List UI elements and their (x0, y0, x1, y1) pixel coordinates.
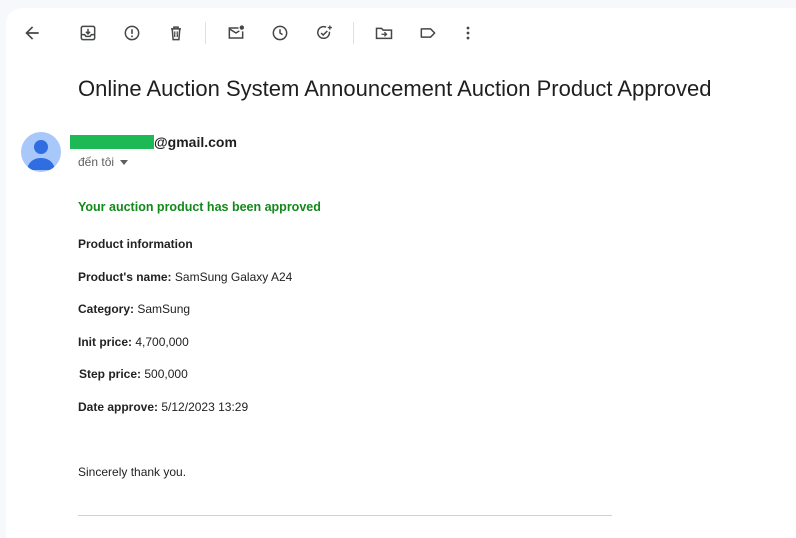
email-toolbar (6, 8, 796, 58)
report-spam-button[interactable] (115, 16, 149, 50)
person-icon (27, 140, 55, 170)
field-step-price: Step price: 500,000 (79, 367, 188, 381)
field-category: Category: SamSung (78, 302, 190, 316)
approval-headline: Your auction product has been approved (78, 200, 321, 214)
field-label: Step price: (79, 367, 142, 381)
closing-text: Sincerely thank you. (78, 465, 187, 479)
redacted-username (70, 135, 154, 149)
field-label: Category: (78, 302, 135, 316)
chevron-down-icon (120, 159, 129, 165)
label-button[interactable] (411, 16, 445, 50)
field-value: SamSung (137, 302, 191, 316)
more-vert-icon (466, 26, 470, 40)
field-value: 500,000 (144, 367, 188, 381)
report-spam-icon (124, 25, 140, 41)
sender-email[interactable]: @gmail.com (70, 134, 237, 150)
back-button[interactable] (15, 16, 49, 50)
delete-button[interactable] (159, 16, 193, 50)
field-value: 4,700,000 (135, 335, 189, 349)
delete-icon (171, 26, 181, 41)
snooze-button[interactable] (263, 16, 297, 50)
field-label: Date approve: (78, 400, 159, 414)
recipient-label: đến tôi (78, 155, 115, 169)
field-product-name: Product's name: SamSung Galaxy A24 (78, 270, 292, 284)
snooze-icon (272, 25, 288, 41)
recipient-details-toggle[interactable]: đến tôi (78, 155, 129, 169)
back-arrow-icon (25, 26, 39, 40)
avatar[interactable] (21, 132, 61, 172)
email-subject: Online Auction System Announcement Aucti… (78, 76, 712, 101)
toolbar-divider (205, 22, 206, 44)
toolbar-divider (353, 22, 354, 44)
field-date-approve: Date approve: 5/12/2023 13:29 (78, 400, 248, 414)
mark-unread-icon (228, 25, 244, 39)
mark-unread-button[interactable] (219, 16, 253, 50)
add-to-tasks-button[interactable] (307, 16, 341, 50)
sender-domain: @gmail.com (154, 134, 237, 150)
field-label: Init price: (78, 335, 133, 349)
field-value: 5/12/2023 13:29 (161, 400, 249, 414)
move-to-button[interactable] (367, 16, 401, 50)
email-view: Online Auction System Announcement Aucti… (6, 8, 796, 538)
label-icon (420, 28, 436, 38)
field-init-price: Init price: 4,700,000 (78, 335, 189, 349)
add-to-tasks-icon (317, 25, 332, 40)
move-to-icon (375, 27, 393, 40)
field-value: SamSung Galaxy A24 (174, 270, 293, 284)
more-options-button[interactable] (451, 16, 485, 50)
archive-button[interactable] (71, 16, 105, 50)
archive-icon (80, 25, 96, 41)
signature-divider (78, 515, 612, 516)
section-title: Product information (78, 237, 193, 251)
field-label: Product's name: (78, 270, 172, 284)
